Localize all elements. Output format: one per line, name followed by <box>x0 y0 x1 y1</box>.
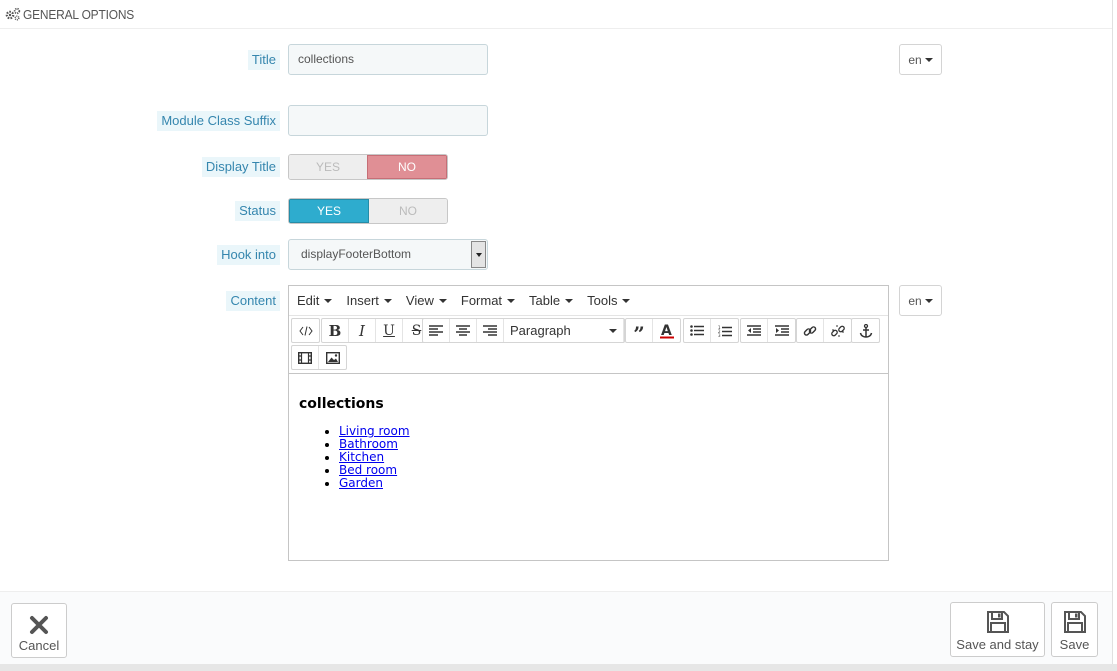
bullet-list-icon[interactable] <box>684 319 711 342</box>
block-format-value: Paragraph <box>510 323 571 338</box>
link-kitchen[interactable]: Kitchen <box>339 450 384 464</box>
hook-select-value: displayFooterBottom <box>301 247 412 261</box>
display-title-label: Display Title <box>201 157 280 177</box>
toolbar-group-format: B I U S <box>321 318 431 343</box>
menu-table[interactable]: Table <box>529 293 574 308</box>
title-language-button[interactable]: en <box>899 44 942 75</box>
align-right-icon[interactable] <box>477 319 504 342</box>
display-title-no[interactable]: NO <box>367 155 447 179</box>
save-label: Save <box>1059 637 1090 652</box>
svg-text:3: 3 <box>718 333 721 337</box>
numbered-list-icon[interactable]: 123 <box>711 319 738 342</box>
save-button[interactable]: Save <box>1051 602 1098 657</box>
anchor-icon[interactable] <box>852 319 879 342</box>
toolbar-group-link <box>796 318 852 343</box>
video-icon[interactable] <box>292 346 319 369</box>
align-left-icon[interactable] <box>423 319 450 342</box>
hook-select[interactable]: displayFooterBottom <box>288 239 488 270</box>
content-label: Content <box>226 291 280 311</box>
caret-down-icon <box>609 328 617 333</box>
panel-footer: Cancel Save and stay Save <box>0 591 1112 671</box>
toolbar-group-media <box>291 345 347 370</box>
menu-format[interactable]: Format <box>461 293 516 308</box>
unlink-icon[interactable] <box>824 319 851 342</box>
source-code-icon[interactable] <box>292 319 319 342</box>
blockquote-icon[interactable]: ” <box>626 319 653 344</box>
panel-heading: GENERAL OPTIONS <box>0 0 1112 29</box>
save-icon <box>1063 611 1086 633</box>
title-input[interactable]: collections <box>288 44 488 75</box>
caret-down-icon <box>924 57 933 62</box>
content-language-button[interactable]: en <box>899 285 942 316</box>
select-arrow-icon[interactable] <box>471 241 486 268</box>
content-heading: collections <box>299 396 384 412</box>
right-divider <box>1112 0 1113 671</box>
list-item: Bathroom <box>339 438 878 451</box>
menu-edit[interactable]: Edit <box>297 293 333 308</box>
text-color-icon[interactable]: A <box>653 319 680 342</box>
bold-icon[interactable]: B <box>322 319 349 342</box>
status-label: Status <box>235 201 280 221</box>
underline-icon[interactable]: U <box>376 319 403 342</box>
list-item: Bed room <box>339 464 878 477</box>
menu-insert[interactable]: Insert <box>346 293 392 308</box>
suffix-input[interactable] <box>288 105 488 136</box>
toolbar-group-code <box>291 318 320 343</box>
suffix-label: Module Class Suffix <box>157 111 280 131</box>
cancel-button[interactable]: Cancel <box>11 603 67 658</box>
cogs-icon <box>5 7 21 21</box>
link-icon[interactable] <box>797 319 824 342</box>
menu-tools[interactable]: Tools <box>587 293 631 308</box>
list-item: Living room <box>339 425 878 438</box>
list-item: Kitchen <box>339 451 878 464</box>
menu-view[interactable]: View <box>406 293 447 308</box>
title-label: Title <box>247 50 280 70</box>
outdent-icon[interactable] <box>741 319 768 342</box>
link-garden[interactable]: Garden <box>339 476 383 490</box>
italic-icon[interactable]: I <box>349 319 376 342</box>
caret-down-icon <box>924 298 933 303</box>
block-format-select[interactable]: Paragraph <box>504 319 624 342</box>
editor-toolbar: B I U S Paragraph ” A 1 2 3 <box>289 316 888 374</box>
link-bed-room[interactable]: Bed room <box>339 463 397 477</box>
toolbar-group-lists: 123 <box>683 318 739 343</box>
link-bathroom[interactable]: Bathroom <box>339 437 398 451</box>
save-and-stay-button[interactable]: Save and stay <box>950 602 1045 657</box>
toolbar-group-indent <box>740 318 796 343</box>
save-and-stay-label: Save and stay <box>956 637 1039 652</box>
bottom-bar <box>0 664 1117 671</box>
indent-icon[interactable] <box>768 319 795 342</box>
toolbar-group-quote: ” A <box>625 318 681 344</box>
toolbar-group-anchor <box>851 318 880 343</box>
cancel-label: Cancel <box>18 638 60 653</box>
status-switch: YES NO <box>288 198 448 224</box>
status-yes[interactable]: YES <box>289 199 369 223</box>
image-icon[interactable] <box>319 346 346 369</box>
content-link-list: Living room Bathroom Kitchen Bed room Ga… <box>339 425 878 490</box>
close-icon <box>30 616 48 634</box>
align-center-icon[interactable] <box>450 319 477 342</box>
title-language-label: en <box>908 52 922 67</box>
rich-text-editor: Edit Insert View Format Table Tools B I … <box>288 285 889 561</box>
toolbar-group-align: Paragraph <box>422 318 625 343</box>
editor-content[interactable]: collections Living room Bathroom Kitchen… <box>289 374 888 490</box>
link-living-room[interactable]: Living room <box>339 424 410 438</box>
display-title-yes[interactable]: YES <box>289 155 367 179</box>
list-item: Garden <box>339 477 878 490</box>
content-language-label: en <box>908 293 922 308</box>
panel-title: GENERAL OPTIONS <box>23 6 135 22</box>
save-icon <box>986 611 1009 633</box>
hook-label: Hook into <box>217 245 280 265</box>
editor-menubar: Edit Insert View Format Table Tools <box>289 286 888 316</box>
status-no[interactable]: NO <box>369 199 447 223</box>
display-title-switch: YES NO <box>288 154 448 180</box>
